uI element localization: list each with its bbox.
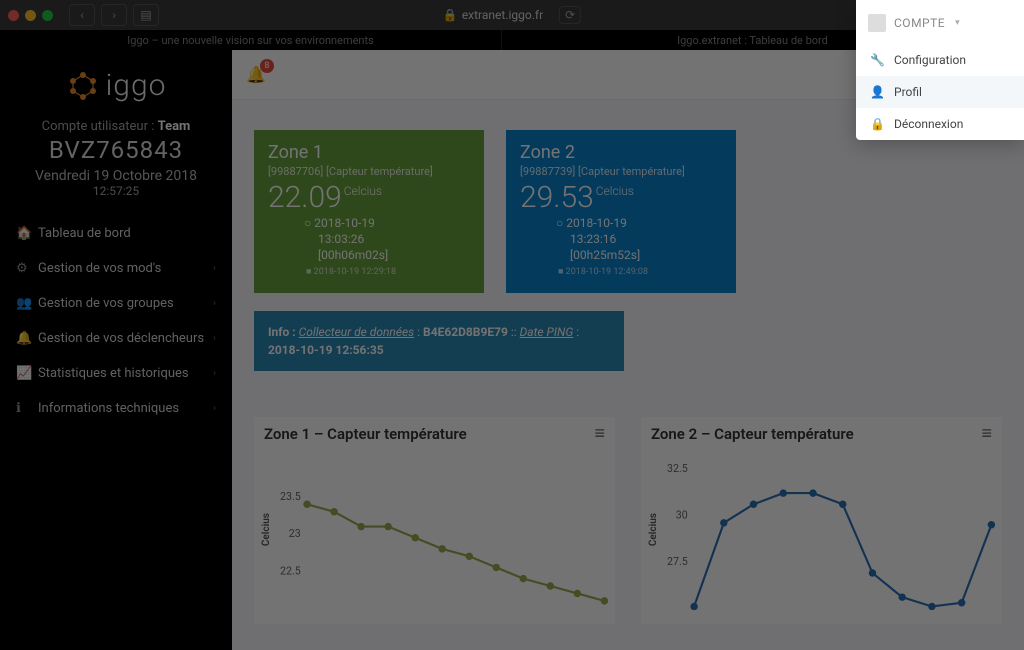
sidebar-item[interactable]: 🏠 Tableau de bord: [0, 216, 232, 251]
zone-subtitle: [99887739] [Capteur température]: [520, 165, 722, 178]
chart-title: Zone 2 – Capteur température: [651, 425, 854, 443]
zone-subtitle: [99887706] [Capteur température]: [268, 165, 470, 178]
sidebar-button[interactable]: ▤: [133, 4, 159, 26]
menu-icon: 🏠: [16, 226, 38, 241]
chevron-right-icon: ›: [213, 298, 216, 309]
forward-button[interactable]: ›: [101, 4, 127, 26]
menu-icon: 🔔: [16, 331, 38, 346]
menu-item-label: Configuration: [894, 53, 966, 67]
notif-badge: 8: [260, 59, 274, 73]
svg-text:22.5: 22.5: [280, 564, 301, 577]
main-content: 🔔 8 Zone 1 [99887706] [Capteur températu…: [232, 50, 1024, 650]
account-menu-item[interactable]: 🔧 Configuration: [856, 44, 1024, 76]
svg-text:27.5: 27.5: [667, 555, 688, 568]
zone-value: 29.53: [520, 180, 594, 215]
svg-text:30: 30: [676, 509, 688, 522]
account-dropdown-toggle[interactable]: COMPTE ▾: [856, 0, 1024, 44]
close-window-icon[interactable]: [8, 10, 19, 21]
zone-card[interactable]: Zone 2 [99887739] [Capteur température] …: [506, 130, 736, 293]
sidebar-item[interactable]: 👥 Gestion de vos groupes ›: [0, 286, 232, 321]
account-menu-item[interactable]: 🔒 Déconnexion: [856, 108, 1024, 140]
menu-item-label: Déconnexion: [894, 117, 963, 131]
minimize-window-icon[interactable]: [25, 10, 36, 21]
current-date: Vendredi 19 Octobre 2018: [0, 168, 232, 184]
zone-unit: Celcius: [596, 184, 634, 198]
sidebar-item-label: Gestion de vos groupes: [38, 296, 174, 311]
address-bar[interactable]: 🔒 extranet.iggo.fr ⟳: [443, 6, 581, 24]
chevron-right-icon: ›: [213, 403, 216, 414]
chart-title: Zone 1 – Capteur température: [264, 425, 467, 443]
address-text: extranet.iggo.fr: [462, 8, 543, 22]
window-controls: [8, 10, 53, 21]
zone-title: Zone 1: [268, 142, 470, 163]
sidebar-item[interactable]: ℹ Informations techniques ›: [0, 391, 232, 426]
browser-tab[interactable]: Iggo – une nouvelle vision sur vos envir…: [0, 30, 502, 50]
sidebar-account-block: Compte utilisateur : Team BVZ765843 Vend…: [0, 119, 232, 198]
sidebar: iggo Compte utilisateur : Team BVZ765843…: [0, 50, 232, 650]
info-panel: Info : Collecteur de données : B4E62D8B9…: [254, 311, 624, 371]
chart-svg: 27.5 30 32.5: [641, 444, 1002, 624]
chart-panel: Zone 1 – Capteur température ≡ Celcius 2…: [254, 417, 615, 624]
chevron-right-icon: ›: [213, 368, 216, 379]
menu-item-icon: 🔒: [870, 117, 884, 131]
current-time: 12:57:25: [0, 184, 232, 198]
sidebar-item-label: Informations techniques: [38, 401, 179, 416]
notifications-button[interactable]: 🔔 8: [246, 65, 266, 84]
zone-card[interactable]: Zone 1 [99887706] [Capteur température] …: [254, 130, 484, 293]
svg-text:23: 23: [289, 527, 301, 540]
logo: iggo: [0, 68, 232, 103]
svg-text:23.5: 23.5: [280, 490, 301, 503]
sidebar-item-label: Tableau de bord: [38, 226, 131, 241]
avatar: [868, 14, 886, 32]
sidebar-item-label: Gestion de vos déclencheurs: [38, 331, 204, 346]
menu-item-icon: 👤: [870, 85, 884, 99]
sidebar-item-label: Statistiques et historiques: [38, 366, 189, 381]
logo-text: iggo: [106, 68, 167, 103]
chart-ylabel: Celcius: [648, 513, 659, 546]
menu-icon: 📈: [16, 366, 38, 381]
zone-title: Zone 2: [520, 142, 722, 163]
sidebar-item-label: Gestion de vos mod's: [38, 261, 161, 276]
sidebar-menu: 🏠 Tableau de bord ⚙ Gestion de vos mod's…: [0, 216, 232, 426]
chart-menu-button[interactable]: ≡: [981, 423, 992, 444]
menu-item-icon: 🔧: [870, 53, 884, 67]
logo-icon: [66, 69, 100, 103]
chevron-down-icon: ▾: [955, 18, 960, 28]
menu-icon: 👥: [16, 296, 38, 311]
menu-icon: ℹ: [16, 401, 38, 416]
chart-menu-button[interactable]: ≡: [594, 423, 605, 444]
reload-button[interactable]: ⟳: [559, 6, 581, 24]
account-dropdown: COMPTE ▾ 🔧 Configuration 👤 Profil 🔒 Déconnexi…: [856, 0, 1024, 140]
info-collector-link[interactable]: Collecteur de données: [299, 325, 415, 339]
svg-text:32.5: 32.5: [667, 462, 688, 475]
chart-panel: Zone 2 – Capteur température ≡ Celcius 2…: [641, 417, 1002, 624]
sidebar-item[interactable]: ⚙ Gestion de vos mod's ›: [0, 251, 232, 286]
chart-ylabel: Celcius: [261, 513, 272, 546]
menu-icon: ⚙: [16, 261, 38, 276]
chart-svg: 22.5 23 23.5: [254, 444, 615, 624]
account-menu-item[interactable]: 👤 Profil: [856, 76, 1024, 108]
menu-item-label: Profil: [894, 85, 922, 99]
maximize-window-icon[interactable]: [42, 10, 53, 21]
account-code: BVZ765843: [0, 136, 232, 164]
zone-value: 22.09: [268, 180, 342, 215]
info-ping-link[interactable]: Date PING: [520, 325, 574, 339]
sidebar-item[interactable]: 🔔 Gestion de vos déclencheurs ›: [0, 321, 232, 356]
chevron-right-icon: ›: [213, 263, 216, 274]
chevron-right-icon: ›: [213, 333, 216, 344]
sidebar-item[interactable]: 📈 Statistiques et historiques ›: [0, 356, 232, 391]
zone-unit: Celcius: [344, 184, 382, 198]
back-button[interactable]: ‹: [69, 4, 95, 26]
